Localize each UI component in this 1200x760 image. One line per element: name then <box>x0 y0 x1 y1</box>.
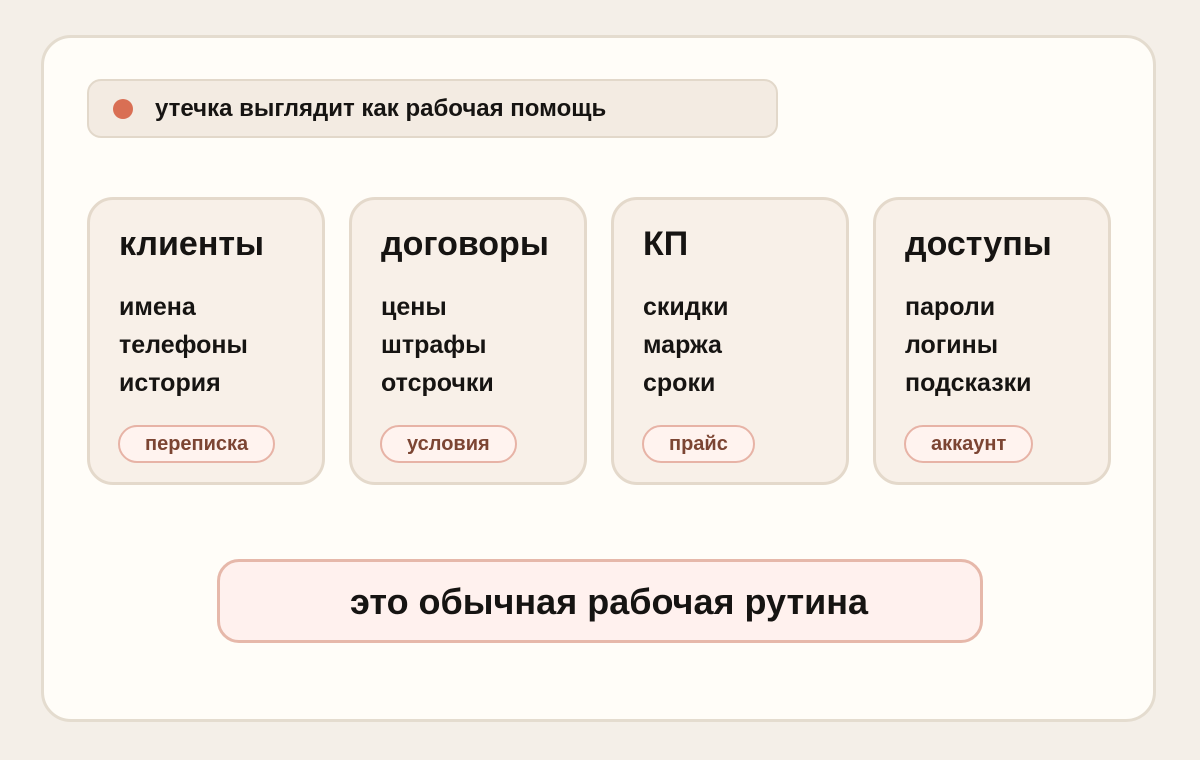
card-clients: клиенты имена телефоны история переписка <box>87 197 325 485</box>
card-item-list: цены штрафы отсрочки <box>381 288 494 402</box>
status-dot-icon <box>113 99 133 119</box>
card-item: цены <box>381 293 447 321</box>
card-tag: аккаунт <box>904 425 1034 463</box>
card-tag: переписка <box>118 425 276 463</box>
card-access: доступы пароли логины подсказки аккаунт <box>873 197 1111 485</box>
card-item: маржа <box>643 331 722 359</box>
card-item: штрафы <box>381 331 487 359</box>
card-contracts: договоры цены штрафы отсрочки условия <box>349 197 587 485</box>
card-item: история <box>119 369 221 397</box>
card-title: КП <box>643 225 689 263</box>
card-offers: КП скидки маржа сроки прайс <box>611 197 849 485</box>
card-item: имена <box>119 293 196 321</box>
card-tag: прайс <box>642 425 755 463</box>
card-title: договоры <box>381 225 549 263</box>
card-item: сроки <box>643 369 716 397</box>
card-item: пароли <box>905 293 996 321</box>
card-title: клиенты <box>119 225 265 263</box>
card-tag: условия <box>380 425 517 463</box>
warning-banner: утечка выглядит как рабочая помощь <box>87 79 778 138</box>
card-item: отсрочки <box>381 369 494 397</box>
card-item: телефоны <box>119 331 248 359</box>
card-item: подсказки <box>905 369 1032 397</box>
card-item-list: пароли логины подсказки <box>905 288 1032 402</box>
card-item: скидки <box>643 293 729 321</box>
card-item: логины <box>905 331 999 359</box>
card-item-list: скидки маржа сроки <box>643 288 729 402</box>
conclusion-box: это обычная рабочая рутина <box>217 559 983 643</box>
card-item-list: имена телефоны история <box>119 288 248 402</box>
card-title: доступы <box>905 225 1052 263</box>
banner-text: утечка выглядит как рабочая помощь <box>155 95 607 122</box>
conclusion-text: это обычная рабочая рутина <box>350 581 868 622</box>
